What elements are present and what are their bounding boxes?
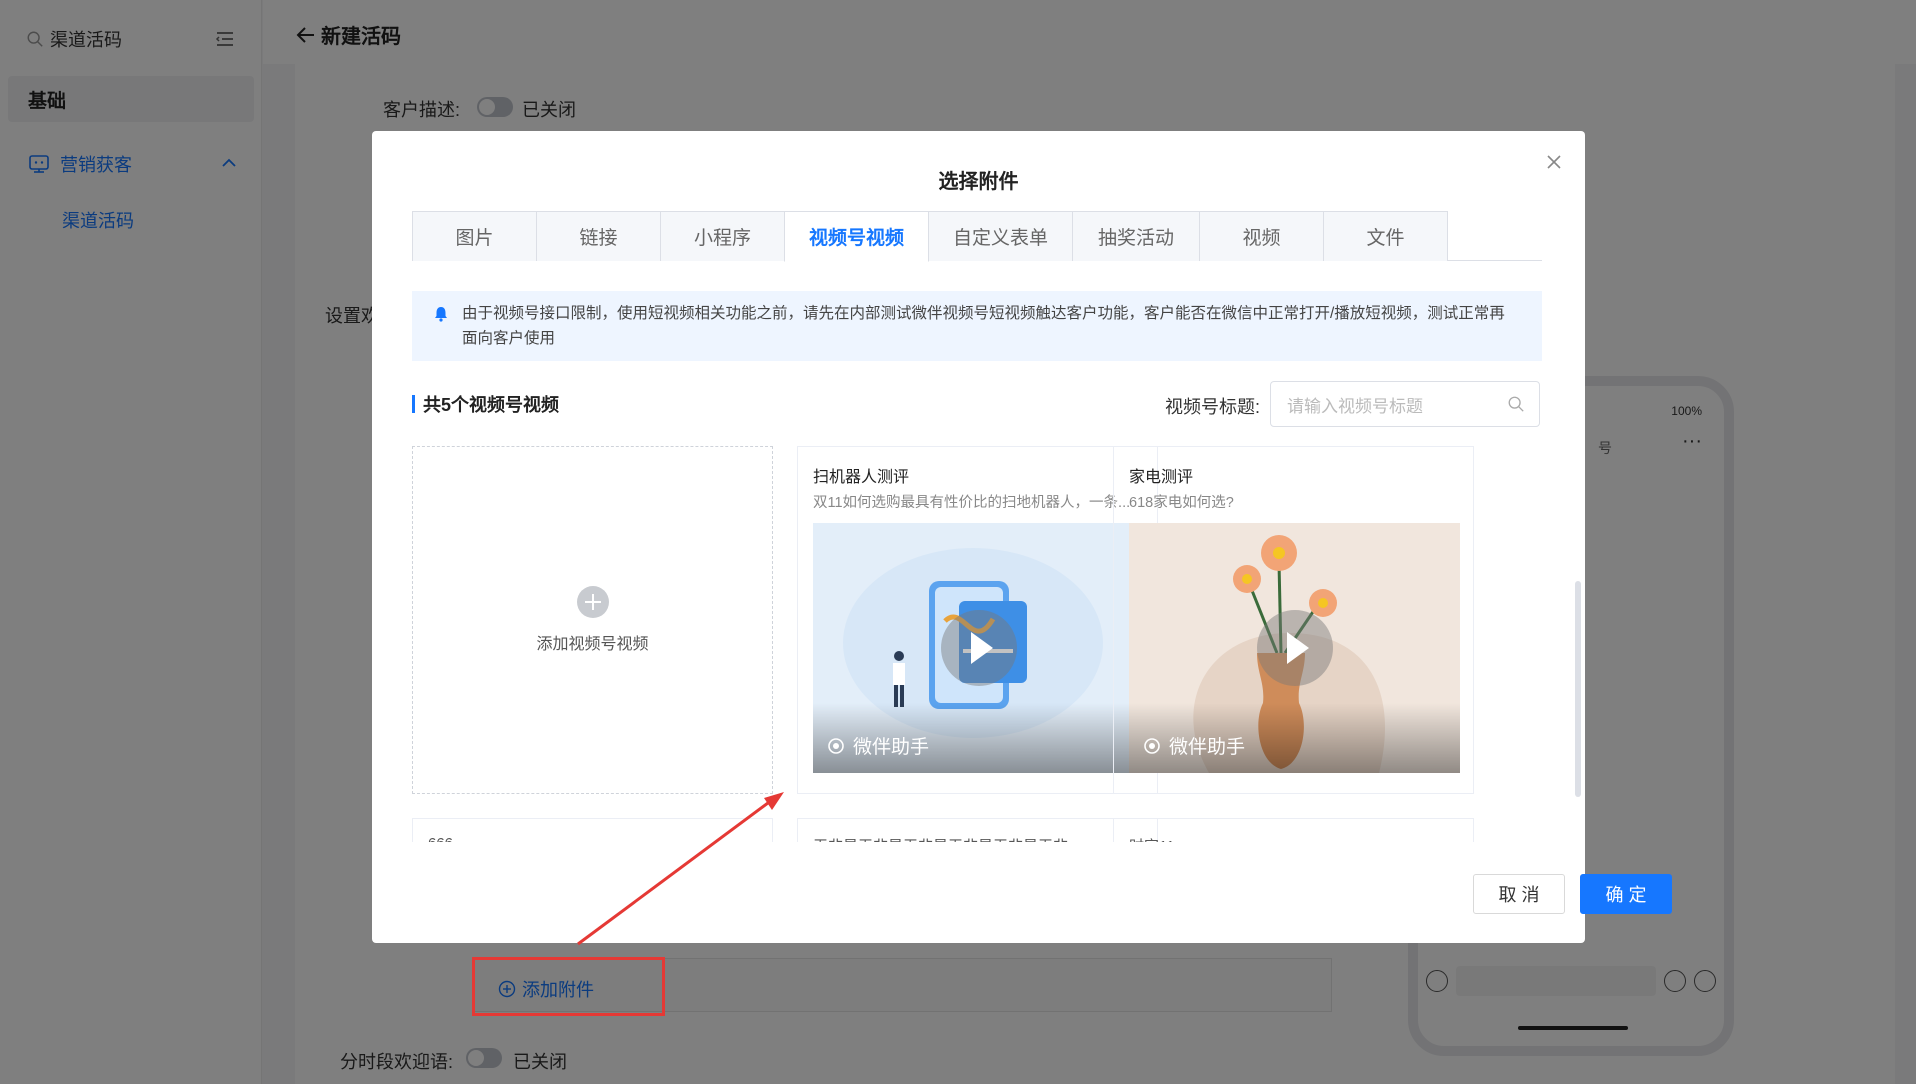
select-attachment-dialog: 选择附件 图片 链接 小程序 视频号视频 自定义表单 抽奖活动 视频 文件 由于… [372, 131, 1672, 943]
video-brand: 微伴助手 [1143, 732, 1245, 759]
plus-icon [576, 586, 609, 618]
tab-channel-video[interactable]: 视频号视频 [784, 211, 929, 262]
video-desc: 618家电如何选? [1129, 495, 1234, 511]
notice-text: 由于视频号接口限制，使用短视频相关功能之前，请先在内部测试微伴视频号短视频触达客… [462, 305, 1505, 347]
video-title-search-input[interactable]: 请输入视频号标题 [1270, 381, 1540, 427]
annotation-highlight-box [472, 957, 665, 1016]
search-icon[interactable] [1507, 395, 1525, 413]
dialog-title: 选择附件 [938, 171, 1019, 193]
tab-image[interactable]: 图片 [412, 211, 537, 261]
attachment-tabs: 图片 链接 小程序 视频号视频 自定义表单 抽奖活动 视频 文件 [412, 211, 1542, 262]
close-icon[interactable] [1543, 151, 1565, 173]
play-icon[interactable] [940, 610, 1017, 686]
tab-file[interactable]: 文件 [1323, 211, 1448, 261]
scrollbar[interactable] [1575, 581, 1581, 797]
tab-link[interactable]: 链接 [536, 211, 661, 261]
video-desc: 双11如何选购最具有性价比的扫地机器人，一条... [813, 495, 1131, 511]
play-icon[interactable] [1256, 610, 1333, 686]
video-thumbnail: 微伴助手 [1129, 523, 1460, 773]
add-card-label: 添加视频号视频 [536, 636, 649, 653]
video-card-partial[interactable]: 666 [412, 818, 773, 842]
video-count-title: 共5个视频号视频 [412, 391, 559, 417]
tab-lottery[interactable]: 抽奖活动 [1072, 211, 1200, 261]
video-brand-label: 微伴助手 [853, 737, 930, 758]
video-title: 家电测评 [1129, 469, 1194, 485]
brand-logo-icon [828, 737, 844, 754]
add-channel-video-card[interactable]: 添加视频号视频 [412, 446, 773, 794]
search-label: 视频号标题: [1165, 397, 1261, 417]
confirm-button[interactable]: 确 定 [1580, 874, 1672, 914]
video-grid: 添加视频号视频 扫机器人测评 双11如何选购最具有性价比的扫地机器人，一条... [412, 446, 1572, 842]
tab-miniprogram[interactable]: 小程序 [660, 211, 785, 261]
notice-banner: 由于视频号接口限制，使用短视频相关功能之前，请先在内部测试微伴视频号短视频触达客… [412, 291, 1542, 361]
video-brand-label: 微伴助手 [1169, 737, 1246, 758]
tab-custom-form[interactable]: 自定义表单 [928, 211, 1073, 261]
video-brand: 微伴助手 [827, 732, 929, 759]
video-card[interactable]: 扫机器人测评 双11如何选购最具有性价比的扫地机器人，一条... 微伴助手 [797, 446, 1158, 794]
video-thumbnail: 微伴助手 [813, 523, 1144, 773]
bell-icon [435, 307, 447, 322]
tab-video[interactable]: 视频 [1199, 211, 1324, 261]
search-placeholder: 请输入视频号标题 [1287, 396, 1423, 416]
video-card-partial[interactable]: 无非是无非是无非是无非是无非是无非 [797, 818, 1158, 842]
video-card[interactable]: 家电测评 618家电如何选? 微伴助手 [1113, 446, 1474, 794]
cancel-button[interactable]: 取 消 [1473, 874, 1565, 914]
brand-logo-icon [1144, 737, 1160, 754]
video-title: 扫机器人测评 [813, 469, 910, 485]
video-card-partial[interactable]: 时宜11 [1113, 818, 1474, 842]
